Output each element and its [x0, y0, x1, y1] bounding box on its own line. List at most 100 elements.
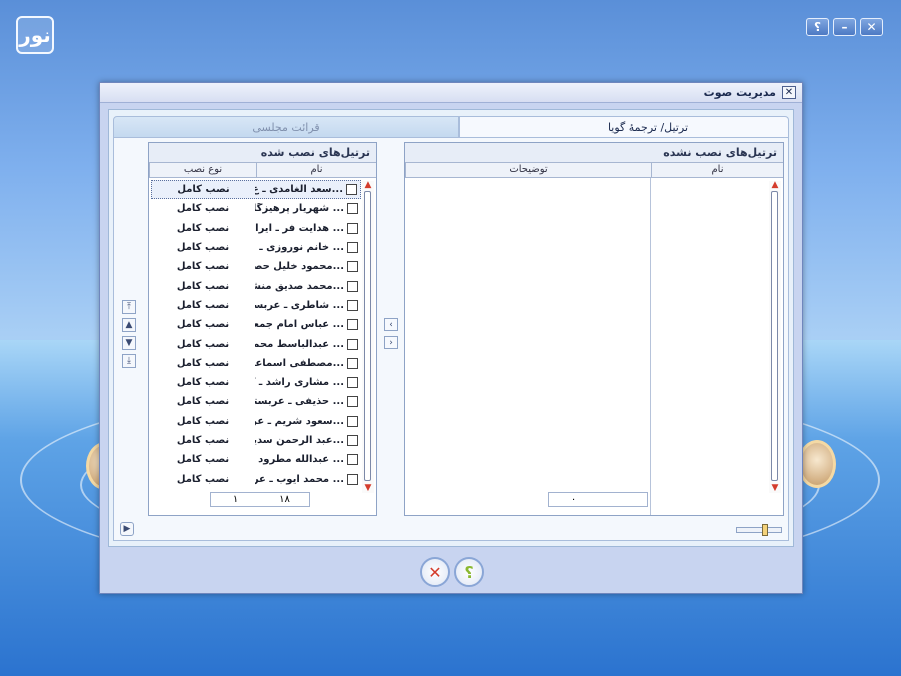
help-button[interactable]: ؟ [806, 18, 829, 36]
installed-caption: ترتیل‌های نصب شده [149, 143, 376, 163]
table-row[interactable]: هدایت فر ـ ایران ... نصب کامل [151, 219, 361, 238]
row-name-cell: عباس امام جمعـ ... [255, 319, 361, 331]
table-row[interactable]: عبدالله مطرود ـ ... نصب کامل [151, 450, 361, 469]
row-name-cell: عبدالباسط محمد ... [255, 338, 361, 350]
table-row[interactable]: عباس امام جمعـ ... نصب کامل [151, 315, 361, 334]
move-right-button[interactable]: › [384, 336, 398, 349]
table-row[interactable]: مصطفی اسماعـ... نصب کامل [151, 354, 361, 373]
row-name-cell: سعود شریم ـ عرب... [255, 415, 361, 427]
row-checkbox[interactable] [347, 319, 358, 331]
row-name-label: عبدالله مطرود ـ ... [255, 454, 344, 466]
play-button[interactable]: ▶ [120, 522, 134, 536]
row-name-label: خانم نوروزی ـ ... [259, 242, 344, 254]
table-row[interactable]: محمود خلیل حصـ... نصب کامل [151, 257, 361, 276]
dialog-body: قرائت مجلسی ترتیل/ ترجمهٔ گویا ترتیل‌های… [108, 109, 794, 547]
tab-majlesi[interactable]: قرائت مجلسی [113, 116, 459, 138]
row-name-label: مشاری راشد ـ کـ ... [255, 377, 344, 389]
row-name-cell: محمود خلیل حصـ... [255, 261, 361, 273]
row-checkbox[interactable] [347, 222, 358, 234]
row-name-label: عباس امام جمعـ ... [255, 319, 344, 331]
row-checkbox[interactable] [346, 184, 357, 196]
row-checkbox[interactable] [347, 261, 358, 273]
close-button[interactable]: ✕ [860, 18, 883, 36]
move-bottom-button[interactable]: ⤓ [122, 354, 136, 368]
volume-slider-knob[interactable] [762, 524, 768, 536]
cancel-button[interactable]: ✕ [420, 557, 450, 587]
row-name-label: مصطفی اسماعـ... [255, 357, 344, 369]
table-row[interactable]: مشاری راشد ـ کـ ... نصب کامل [151, 373, 361, 392]
row-checkbox[interactable] [347, 338, 358, 350]
row-name-cell: شاطری ـ عربستا ... [255, 299, 361, 311]
row-type-cell: نصب کامل [176, 435, 230, 446]
row-name-cell: هدایت فر ـ ایران ... [255, 222, 361, 234]
move-top-button[interactable]: ⤒ [122, 300, 136, 314]
row-checkbox[interactable] [347, 454, 358, 466]
row-checkbox[interactable] [347, 473, 358, 485]
table-row[interactable]: سعد الغامدی ـ ع... نصب کامل [151, 180, 361, 200]
move-up-button[interactable]: ▲ [122, 318, 136, 332]
row-type-cell: نصب کامل [176, 319, 230, 331]
scroll-up-icon[interactable]: ▲ [769, 181, 781, 190]
row-name-label: عبدالباسط محمد ... [255, 338, 344, 350]
row-checkbox[interactable] [347, 357, 358, 369]
row-name-cell: شهریار پرهیزگار ... [255, 203, 361, 215]
row-name-label: محمد ایوب ـ عر ... [255, 473, 344, 485]
row-name-cell: محمد صدیق منشـ... [255, 280, 361, 292]
table-row[interactable]: حذیفی ـ عربستا ... نصب کامل [151, 392, 361, 411]
row-checkbox[interactable] [347, 242, 358, 254]
row-type-cell: نصب کامل [176, 357, 230, 369]
move-down-button[interactable]: ▼ [122, 336, 136, 350]
table-row[interactable]: شاطری ـ عربستا ... نصب کامل [151, 296, 361, 315]
move-left-button[interactable]: ‹ [384, 318, 398, 331]
installed-rows: سعد الغامدی ـ ع... نصب کامل شهریار پرهیزگا… [151, 180, 361, 489]
table-row[interactable]: محمد صدیق منشـ... نصب کامل [151, 276, 361, 295]
installed-page: ۱ [232, 494, 239, 505]
audio-manager-dialog: مدیریت صوت ✕ قرائت مجلسی ترتیل/ ترجمهٔ گ… [99, 82, 803, 594]
row-name-label: سعود شریم ـ عرب... [255, 415, 344, 427]
installed-header: نام نوع نصب [149, 163, 376, 178]
minimize-button[interactable]: – [833, 18, 856, 36]
table-row[interactable]: عبدالباسط محمد ... نصب کامل [151, 334, 361, 353]
row-type-cell: نصب کامل [176, 261, 230, 273]
row-checkbox[interactable] [347, 396, 358, 408]
row-name-label: حذیفی ـ عربستا ... [255, 396, 344, 408]
not-installed-page [598, 493, 647, 506]
column-header-name[interactable]: نام [256, 163, 376, 177]
table-row[interactable]: عبد الرحمن سدیـ... نصب کامل [151, 431, 361, 450]
table-row[interactable]: محمد ایوب ـ عر ... نصب کامل [151, 469, 361, 488]
row-checkbox[interactable] [347, 415, 358, 427]
scroll-thumb[interactable] [364, 191, 371, 481]
table-row[interactable]: سعود شریم ـ عرب... نصب کامل [151, 412, 361, 431]
scroll-up-icon[interactable]: ▲ [362, 181, 374, 190]
dialog-titlebar: مدیریت صوت ✕ [100, 83, 802, 103]
not-installed-scrollbar[interactable]: ▲ ▼ [769, 181, 781, 493]
row-type-cell: نصب کامل [177, 184, 230, 196]
table-row[interactable]: خانم نوروزی ـ ... نصب کامل [151, 238, 361, 257]
row-name-label: شاطری ـ عربستا ... [255, 299, 344, 311]
row-checkbox[interactable] [347, 299, 358, 311]
help-dialog-button[interactable]: ؟ [454, 557, 484, 587]
column-header-install-type[interactable]: نوع نصب [149, 163, 256, 177]
row-type-cell: نصب کامل [176, 299, 230, 311]
dialog-close-button[interactable]: ✕ [782, 86, 796, 99]
installed-scrollbar[interactable]: ▲ ▼ [362, 181, 374, 493]
row-checkbox[interactable] [347, 435, 358, 446]
row-type-cell: نصب کامل [176, 454, 230, 466]
tab-bar: قرائت مجلسی ترتیل/ ترجمهٔ گویا [113, 116, 789, 138]
scroll-thumb[interactable] [771, 191, 778, 481]
volume-slider[interactable] [736, 527, 782, 533]
table-row[interactable]: شهریار پرهیزگار ... نصب کامل [151, 199, 361, 218]
not-installed-count: ۰ [570, 494, 577, 505]
row-type-cell: نصب کامل [176, 377, 230, 389]
row-checkbox[interactable] [347, 377, 358, 389]
column-header-name[interactable]: نام [651, 163, 783, 177]
tab-tartil[interactable]: ترتیل/ ترجمهٔ گویا [459, 116, 789, 138]
row-type-cell: نصب کامل [176, 338, 230, 350]
row-name-label: محمد صدیق منشـ... [255, 280, 344, 292]
scroll-down-icon[interactable]: ▼ [769, 484, 781, 493]
column-header-description[interactable]: توضیحات [405, 163, 651, 177]
row-checkbox[interactable] [347, 203, 358, 215]
scroll-down-icon[interactable]: ▼ [362, 484, 374, 493]
row-name-cell: محمد ایوب ـ عر ... [255, 473, 361, 485]
row-checkbox[interactable] [347, 280, 358, 292]
